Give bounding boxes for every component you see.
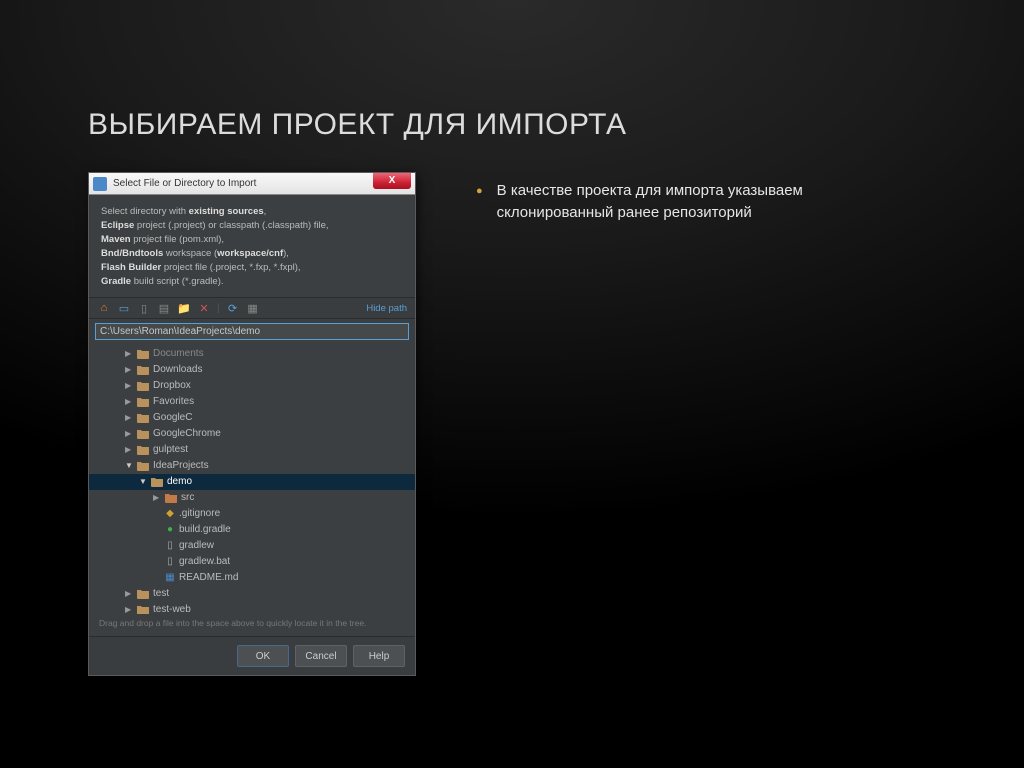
close-button[interactable]: X [373,173,411,189]
tree-row[interactable]: ▶ test-web [89,602,415,614]
folder-icon [137,349,149,359]
chevron-right-icon[interactable]: ▶ [125,362,133,378]
hide-path-link[interactable]: Hide path [366,303,407,314]
dialog-description: Select directory with existing sources, … [89,195,415,297]
refresh-icon[interactable]: ⟳ [226,301,240,315]
chevron-right-icon[interactable]: ▶ [125,586,133,602]
chevron-right-icon[interactable]: ▶ [125,378,133,394]
bullet-text: В качестве проекта для импорта указываем… [497,180,856,224]
tree-item-label: gradlew [179,538,214,554]
folder-icon [137,365,149,375]
folder-icon [137,445,149,455]
tree-item-label: GoogleC [153,410,192,426]
show-hidden-icon[interactable]: ▦ [246,301,260,315]
ok-button[interactable]: OK [237,645,289,667]
file-icon: ▯ [165,556,175,568]
chevron-down-icon[interactable]: ▼ [125,458,133,474]
tree-item-label: test-web [153,602,191,614]
window-title: Select File or Directory to Import [113,178,373,189]
home-icon[interactable]: ⌂ [97,301,111,315]
tree-item-label: Dropbox [153,378,191,394]
chevron-right-icon[interactable]: ▶ [153,490,161,506]
tree-row[interactable]: ● build.gradle [89,522,415,538]
file-tree[interactable]: ▶ Documents ▶ Downloads ▶ Dropbox ▶ Favorites ▶ G… [89,344,415,614]
tree-item-label: GoogleChrome [153,426,221,442]
tree-row[interactable]: ▶ Documents [89,346,415,362]
help-button[interactable]: Help [353,645,405,667]
folder-icon [137,589,149,599]
delete-icon[interactable]: ✕ [197,301,211,315]
tree-row[interactable]: ▯ gradlew [89,538,415,554]
tree-item-label: gradlew.bat [179,554,230,570]
tree-row[interactable]: ▶ Dropbox [89,378,415,394]
tree-row[interactable]: ▶ gulptest [89,442,415,458]
chevron-right-icon[interactable]: ▶ [125,426,133,442]
folder-icon [137,413,149,423]
chevron-right-icon[interactable]: ▶ [125,394,133,410]
folder-icon [137,605,149,614]
tree-row[interactable]: ◆ .gitignore [89,506,415,522]
tree-row[interactable]: ▶ Downloads [89,362,415,378]
import-dialog: Select File or Directory to Import X Sel… [88,172,416,676]
tree-row[interactable]: ▶ GoogleChrome [89,426,415,442]
tree-row[interactable]: ▼ IdeaProjects [89,458,415,474]
folder-icon [151,477,163,487]
desktop-icon[interactable]: ▭ [117,301,131,315]
tree-row[interactable]: ▶ Favorites [89,394,415,410]
drag-drop-hint: Drag and drop a file into the space abov… [89,614,415,636]
cancel-button[interactable]: Cancel [295,645,347,667]
dialog-button-bar: OK Cancel Help [89,636,415,675]
folder-icon [137,429,149,439]
chevron-right-icon[interactable]: ▶ [125,346,133,362]
chevron-right-icon[interactable]: ▶ [125,442,133,458]
chevron-right-icon[interactable]: ▶ [125,410,133,426]
tree-item-label: README.md [179,570,238,586]
bullet-icon: ● [476,180,483,224]
tree-row[interactable]: ▦ README.md [89,570,415,586]
tree-item-label: demo [167,474,192,490]
gitignore-icon: ◆ [165,508,175,520]
tree-item-label: Favorites [153,394,194,410]
tree-item-label: IdeaProjects [153,458,209,474]
project-icon[interactable]: ▯ [137,301,151,315]
tree-item-label: .gitignore [179,506,220,522]
tree-item-label: Documents [153,346,204,362]
new-folder-icon[interactable]: 📁 [177,301,191,315]
tree-row[interactable]: ▯ gradlew.bat [89,554,415,570]
slide-body: ● В качестве проекта для импорта указыва… [476,172,856,676]
folder-icon [137,381,149,391]
tree-item-label: Downloads [153,362,202,378]
folder-icon [137,397,149,407]
tree-row[interactable]: ▶ test [89,586,415,602]
window-titlebar[interactable]: Select File or Directory to Import X [89,173,415,195]
slide-title: ВЫБИРАЕМ ПРОЕКТ ДЛЯ ИМПОРТА [88,108,627,142]
module-icon[interactable]: ▤ [157,301,171,315]
tree-item-label: build.gradle [179,522,231,538]
path-input[interactable] [95,323,409,340]
chevron-right-icon[interactable]: ▶ [125,602,133,614]
tree-item-label: test [153,586,169,602]
tree-row[interactable]: ▶ GoogleC [89,410,415,426]
file-icon: ▯ [165,540,175,552]
gradle-icon: ● [165,524,175,536]
folder-icon [165,493,177,503]
app-icon [93,177,107,191]
chevron-down-icon[interactable]: ▼ [139,474,147,490]
tree-row[interactable]: ▼ demo [89,474,415,490]
tree-item-label: gulptest [153,442,188,458]
readme-icon: ▦ [165,572,175,584]
folder-icon [137,461,149,471]
dialog-toolbar: ⌂ ▭ ▯ ▤ 📁 ✕ | ⟳ ▦ Hide path [89,297,415,319]
tree-row[interactable]: ▶ src [89,490,415,506]
tree-item-label: src [181,490,194,506]
